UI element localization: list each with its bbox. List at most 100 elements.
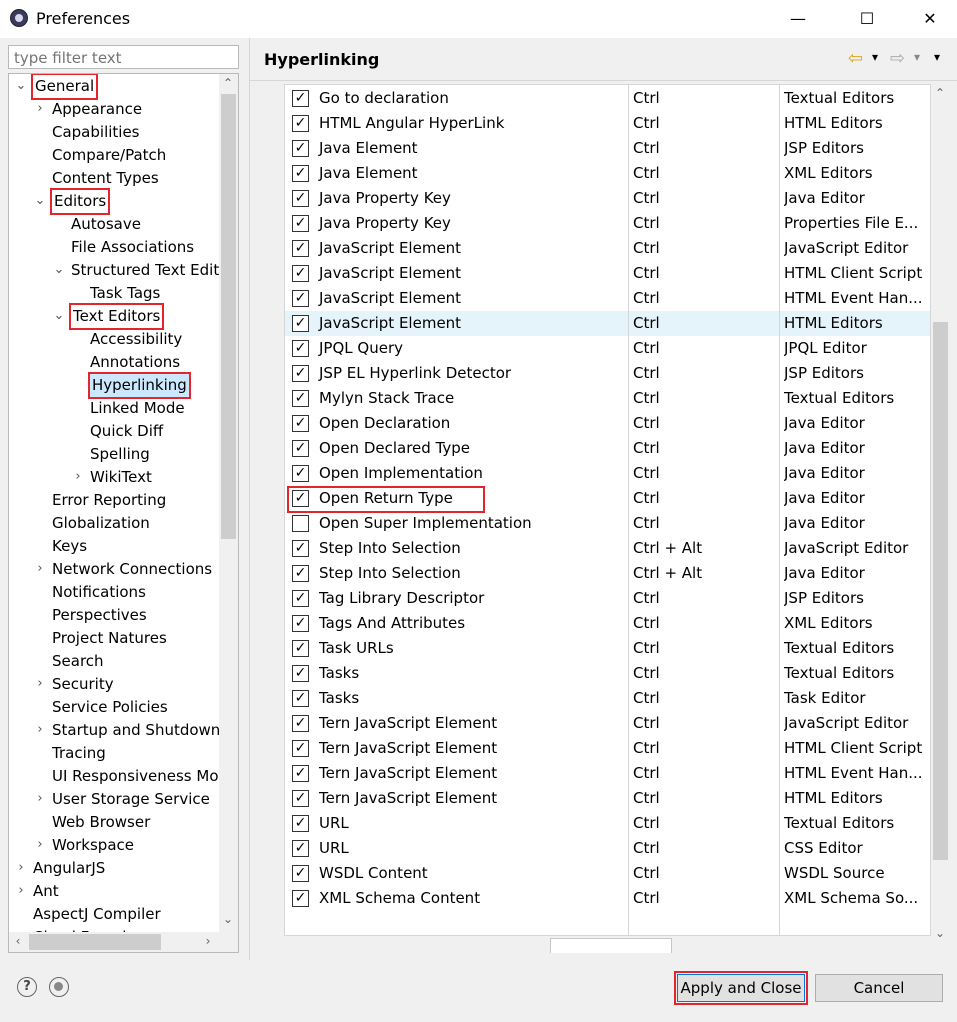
tree-item[interactable]: WikiText — [90, 466, 152, 489]
detector-checkbox[interactable]: ✓ — [292, 440, 309, 457]
detector-checkbox[interactable]: ✓ — [292, 315, 309, 332]
table-row[interactable]: ✓ JPQL Query Ctrl JPQL Editor — [285, 336, 930, 361]
tree-expanded-icon[interactable]: ⌄ — [53, 259, 65, 282]
tree-expanded-icon[interactable]: ⌄ — [15, 75, 27, 98]
detector-checkbox[interactable]: ✓ — [292, 565, 309, 582]
tree-expanded-icon[interactable]: ⌄ — [34, 190, 46, 213]
tree-item[interactable]: Task Tags — [90, 282, 160, 305]
back-arrow-icon[interactable]: ⇦ — [848, 48, 863, 69]
help-icon[interactable]: ? — [17, 977, 37, 997]
detector-checkbox[interactable]: ✓ — [292, 590, 309, 607]
maximize-button[interactable]: ☐ — [844, 0, 890, 38]
table-row[interactable]: ✓ Java Property Key Ctrl Properties File E.… — [285, 211, 930, 236]
table-row[interactable]: ✓ Tags And Attributes Ctrl XML Editors — [285, 611, 930, 636]
detector-checkbox[interactable]: ✓ — [292, 790, 309, 807]
table-row[interactable]: Open Super Implementation Ctrl Java Editor — [285, 511, 930, 536]
table-row[interactable]: ✓ Tern JavaScript Element Ctrl HTML Editors — [285, 786, 930, 811]
detector-checkbox[interactable]: ✓ — [292, 165, 309, 182]
tree-item[interactable]: Workspace — [52, 834, 134, 857]
tree-item[interactable]: Project Natures — [52, 627, 167, 650]
tree-item[interactable]: General — [30, 74, 99, 100]
detector-checkbox[interactable] — [292, 515, 309, 532]
table-row[interactable]: ✓ Step Into Selection Ctrl + Alt Java Edito… — [285, 561, 930, 586]
detector-checkbox[interactable]: ✓ — [292, 615, 309, 632]
cancel-button[interactable]: Cancel — [815, 974, 943, 1002]
scroll-right-icon[interactable]: › — [199, 934, 217, 948]
table-row[interactable]: ✓ Tag Library Descriptor Ctrl JSP Editors — [285, 586, 930, 611]
apply-and-close-button[interactable]: Apply and Close — [674, 971, 808, 1005]
table-row[interactable]: ✓ Tern JavaScript Element Ctrl JavaScript E… — [285, 711, 930, 736]
table-row[interactable]: ✓ Task URLs Ctrl Textual Editors — [285, 636, 930, 661]
close-button[interactable]: ✕ — [907, 0, 953, 38]
tree-item[interactable]: Service Policies — [52, 696, 168, 719]
tree-item[interactable]: Web Browser — [52, 811, 150, 834]
table-row[interactable]: ✓ Go to declaration Ctrl Textual Editors — [285, 86, 930, 111]
view-menu-icon[interactable]: ▾ — [934, 50, 940, 64]
tree-item[interactable]: Structured Text Editors — [71, 259, 219, 282]
tree-item[interactable]: Ant — [33, 880, 59, 903]
table-row[interactable]: ✓ JavaScript Element Ctrl HTML Client Scrip… — [285, 261, 930, 286]
tree-item[interactable]: Perspectives — [52, 604, 147, 627]
tree-vertical-scrollbar[interactable]: ⌃ ⌄ — [219, 74, 238, 932]
tree-collapsed-icon[interactable]: › — [34, 788, 46, 811]
detector-checkbox[interactable]: ✓ — [292, 890, 309, 907]
detector-checkbox[interactable]: ✓ — [292, 540, 309, 557]
detector-checkbox[interactable]: ✓ — [292, 140, 309, 157]
detector-checkbox[interactable]: ✓ — [292, 365, 309, 382]
scroll-up-icon[interactable]: ⌃ — [219, 76, 237, 90]
table-row[interactable]: ✓ WSDL Content Ctrl WSDL Source — [285, 861, 930, 886]
detector-checkbox[interactable]: ✓ — [292, 715, 309, 732]
tree-item[interactable]: Error Reporting — [52, 489, 166, 512]
filter-input[interactable] — [12, 47, 236, 69]
tree-item[interactable]: Text Editors — [68, 303, 165, 330]
detector-checkbox[interactable]: ✓ — [292, 840, 309, 857]
filter-field[interactable] — [8, 45, 239, 69]
table-row[interactable]: ✓ Java Element Ctrl XML Editors — [285, 161, 930, 186]
table-vertical-scrollbar[interactable]: ⌃ ⌄ — [931, 84, 950, 946]
tree-item[interactable]: Notifications — [52, 581, 146, 604]
tree-item[interactable]: Quick Diff — [90, 420, 163, 443]
tree-item[interactable]: Content Types — [52, 167, 159, 190]
tree-collapsed-icon[interactable]: › — [34, 558, 46, 581]
table-row[interactable]: ✓ XML Schema Content Ctrl XML Schema So... — [285, 886, 930, 911]
table-vscroll-thumb[interactable] — [933, 322, 948, 860]
detector-checkbox[interactable]: ✓ — [292, 90, 309, 107]
preference-tree[interactable]: ⌄ General › Appearance Capabilities Compare/P… — [8, 73, 239, 953]
tree-item[interactable]: AspectJ Compiler — [33, 903, 161, 926]
tree-item[interactable]: Editors — [49, 188, 111, 215]
detector-checkbox[interactable]: ✓ — [292, 640, 309, 657]
tree-collapsed-icon[interactable]: › — [34, 98, 46, 121]
detector-checkbox[interactable]: ✓ — [292, 265, 309, 282]
tree-item[interactable]: Hyperlinking — [88, 372, 191, 399]
tree-item[interactable]: Linked Mode — [90, 397, 185, 420]
detector-checkbox[interactable]: ✓ — [292, 765, 309, 782]
tree-item[interactable]: Spelling — [90, 443, 150, 466]
forward-dropdown-icon[interactable]: ▾ — [914, 50, 920, 64]
detector-checkbox[interactable]: ✓ — [292, 740, 309, 757]
detector-checkbox[interactable]: ✓ — [292, 690, 309, 707]
table-row[interactable]: ✓ JavaScript Element Ctrl HTML Event Han... — [285, 286, 930, 311]
table-row[interactable]: ✓ Tern JavaScript Element Ctrl HTML Client … — [285, 736, 930, 761]
table-row[interactable]: ✓ Step Into Selection Ctrl + Alt JavaScript… — [285, 536, 930, 561]
detector-checkbox[interactable]: ✓ — [292, 865, 309, 882]
tree-item[interactable]: Search — [52, 650, 104, 673]
scroll-left-icon[interactable]: ‹ — [9, 934, 27, 948]
tree-collapsed-icon[interactable]: › — [72, 466, 84, 489]
tree-item[interactable]: UI Responsiveness Monitoring — [52, 765, 219, 788]
table-row[interactable]: ✓ JavaScript Element Ctrl HTML Editors — [285, 311, 930, 336]
tree-collapsed-icon[interactable]: › — [15, 880, 27, 903]
table-row[interactable]: ✓ HTML Angular HyperLink Ctrl HTML Editors — [285, 111, 930, 136]
record-icon[interactable] — [49, 977, 69, 997]
tree-hscroll-thumb[interactable] — [29, 934, 161, 950]
detector-checkbox[interactable]: ✓ — [292, 665, 309, 682]
tree-item[interactable]: Globalization — [52, 512, 150, 535]
tree-item[interactable]: Tracing — [52, 742, 106, 765]
tree-item[interactable]: User Storage Service — [52, 788, 210, 811]
scroll-up-icon[interactable]: ⌃ — [931, 86, 949, 100]
table-row[interactable]: ✓ Java Element Ctrl JSP Editors — [285, 136, 930, 161]
detector-checkbox[interactable]: ✓ — [292, 465, 309, 482]
table-row[interactable]: ✓ Tern JavaScript Element Ctrl HTML Event H… — [285, 761, 930, 786]
back-dropdown-icon[interactable]: ▾ — [872, 50, 878, 64]
detector-checkbox[interactable]: ✓ — [292, 240, 309, 257]
detector-checkbox[interactable]: ✓ — [292, 815, 309, 832]
